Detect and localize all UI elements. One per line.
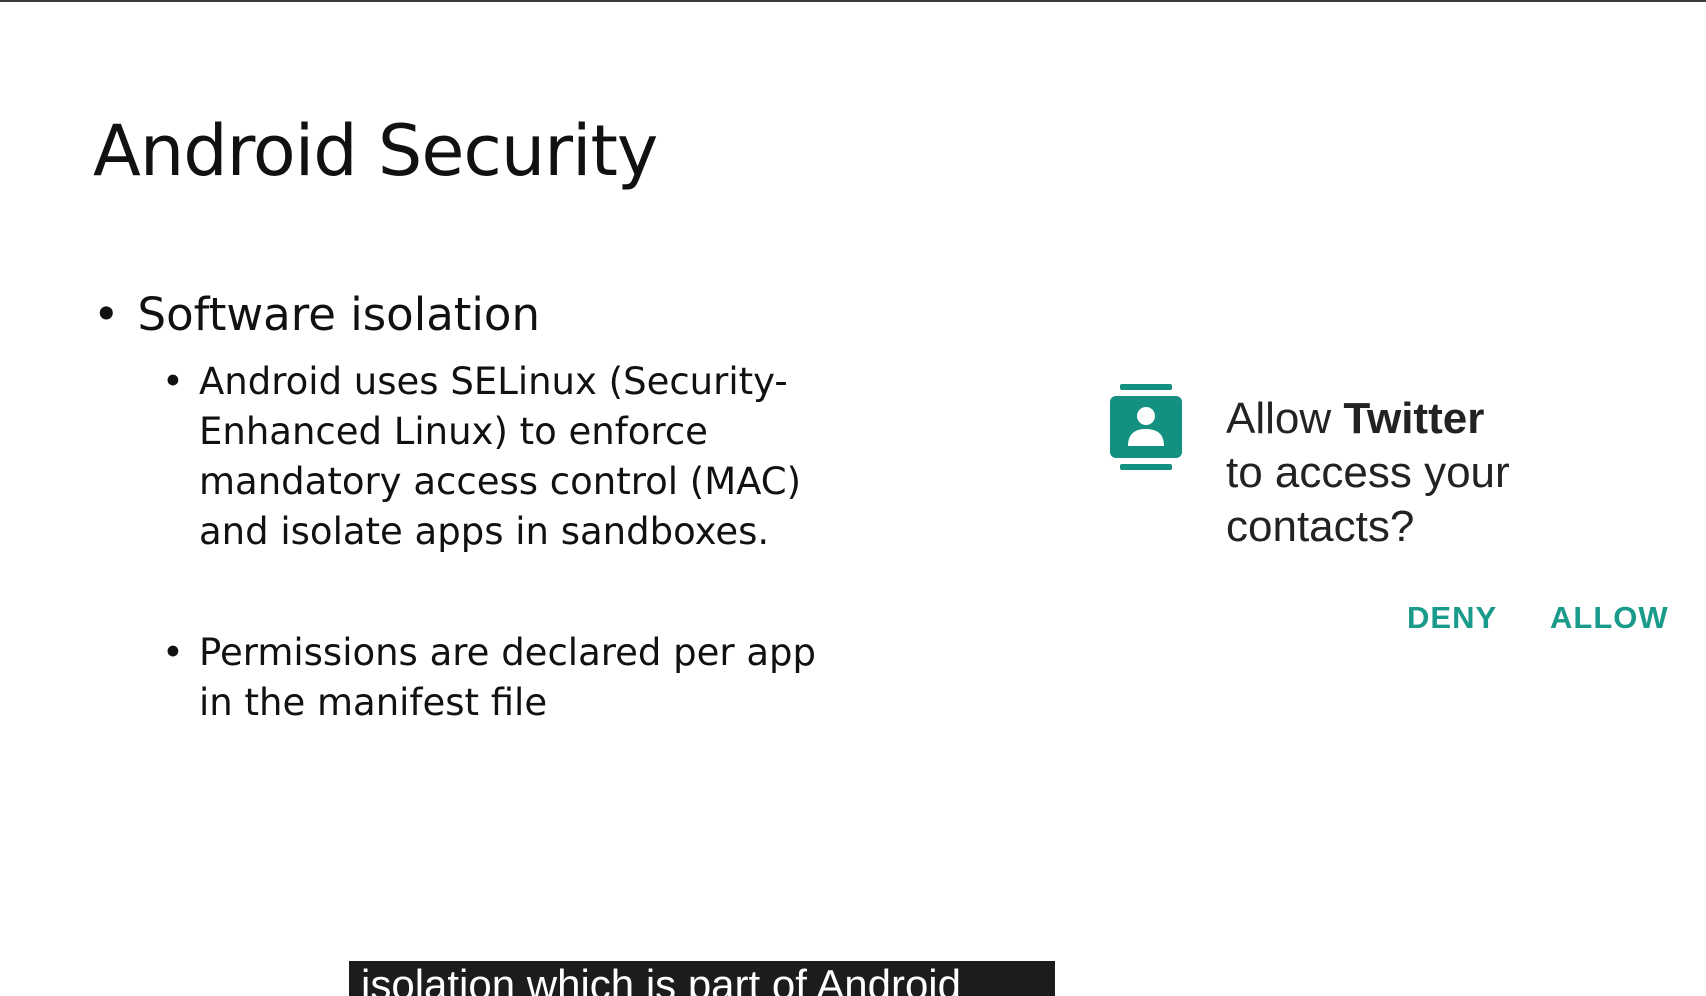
sub-bullet-selinux: • Android uses SELinux (Security- Enhanc…: [162, 357, 801, 557]
allow-button[interactable]: ALLOW: [1550, 600, 1669, 636]
prompt-line-1: Allow Twitter: [1226, 392, 1510, 446]
bullet-software-isolation: • Software isolation: [93, 288, 540, 341]
prompt-line-2: to access your: [1226, 448, 1510, 497]
sub-bullet-text: Android uses SELinux (Security- Enhanced…: [199, 360, 802, 553]
bullet-glyph: •: [162, 360, 184, 403]
subtitle-caption: isolation which is part of Android: [349, 961, 1055, 996]
bullet-text: Software isolation: [137, 288, 540, 341]
presentation-slide: Android Security • Software isolation • A…: [0, 2, 1706, 996]
permission-dialog: Allow Twitter to access your contacts? D…: [1100, 372, 1670, 652]
slide-title: Android Security: [93, 110, 658, 192]
app-name: Twitter: [1343, 394, 1485, 443]
bullet-glyph: •: [93, 288, 120, 341]
sub-bullet-text: Permissions are declared per app in the …: [199, 631, 817, 724]
caption-text: isolation which is part of Android: [361, 961, 961, 996]
permission-prompt: Allow Twitter to access your contacts?: [1226, 392, 1510, 554]
bullet-glyph: •: [162, 631, 184, 674]
prompt-line-3: contacts?: [1226, 502, 1415, 551]
prompt-prefix: Allow: [1226, 394, 1344, 443]
deny-button[interactable]: DENY: [1407, 600, 1497, 636]
sub-bullet-permissions: • Permissions are declared per app in th…: [162, 628, 816, 728]
contacts-icon: [1110, 384, 1182, 470]
